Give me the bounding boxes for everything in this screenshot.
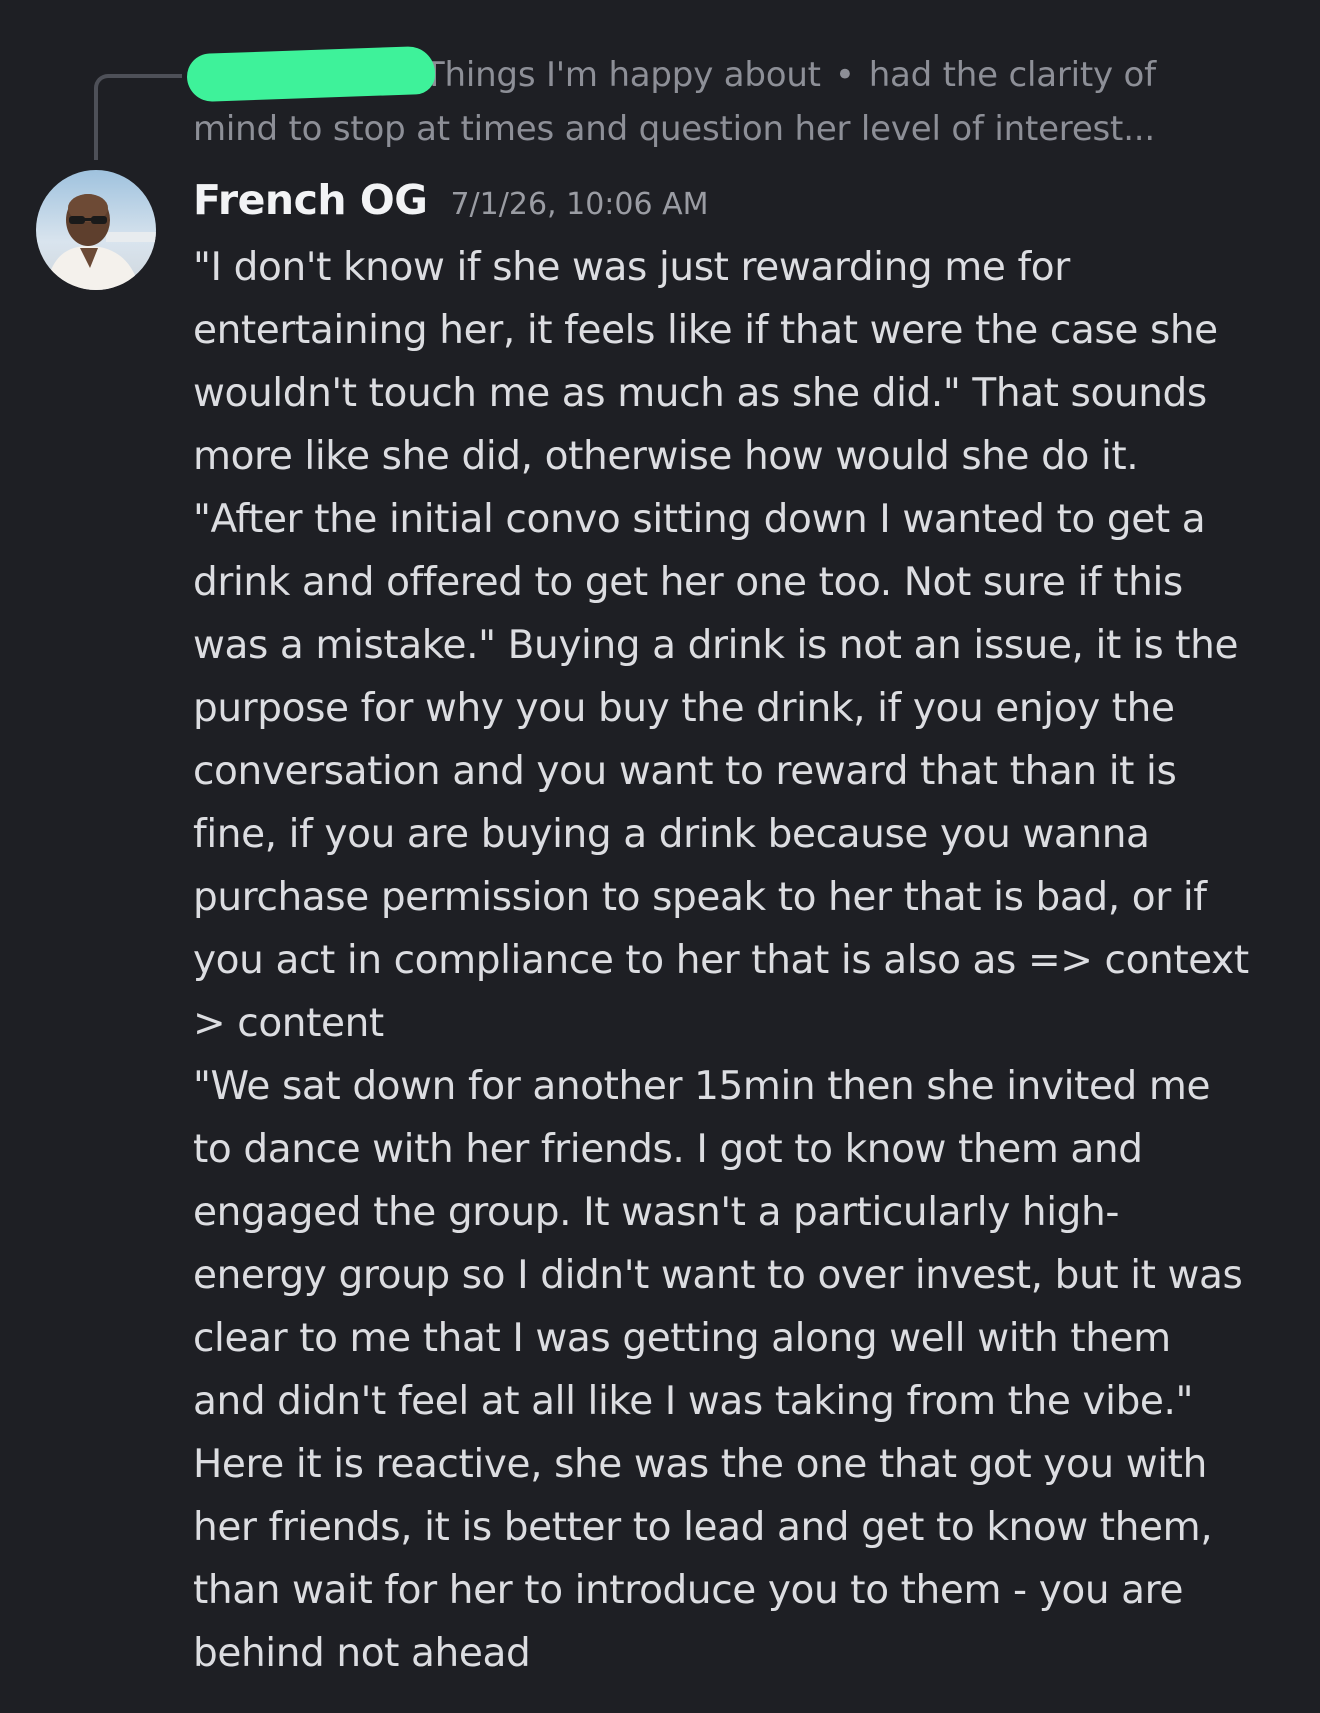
- message-line: clear to me that I was getting along wel…: [193, 1316, 1171, 1361]
- message-line: conversation and you want to reward that…: [193, 749, 1177, 794]
- redaction-scribble: [186, 45, 436, 103]
- message-line: energy group so I didn't want to over in…: [193, 1253, 1243, 1298]
- reply-preview-text-line-1: had the clarity of: [868, 55, 1156, 95]
- avatar-photo: [36, 170, 156, 290]
- message-line: > content: [193, 1001, 384, 1046]
- message-line: wouldn't touch me as much as she did." T…: [193, 371, 1207, 416]
- reply-channel-name: Things I'm happy about: [423, 55, 821, 95]
- message-header: French OG 7/1/26, 10:06 AM: [193, 176, 709, 224]
- reply-separator-dot: •: [834, 55, 855, 95]
- message-line: to dance with her friends. I got to know…: [193, 1127, 1143, 1172]
- message-line: behind not ahead: [193, 1631, 531, 1676]
- message-line: "We sat down for another 15min then she …: [193, 1064, 1211, 1109]
- message-content: "I don't know if she was just rewarding …: [193, 236, 1303, 1685]
- message-timestamp[interactable]: 7/1/26, 10:06 AM: [450, 187, 708, 222]
- message-line: engaged the group. It wasn't a particula…: [193, 1190, 1120, 1235]
- message-line: you act in compliance to her that is als…: [193, 938, 1249, 983]
- message-line: fine, if you are buying a drink because …: [193, 812, 1150, 857]
- message-line: purpose for why you buy the drink, if yo…: [193, 686, 1175, 731]
- message-line: than wait for her to introduce you to th…: [193, 1568, 1184, 1613]
- message-line: drink and offered to get her one too. No…: [193, 560, 1183, 605]
- author-name[interactable]: French OG: [193, 176, 428, 224]
- reply-preview[interactable]: XXXXXXXXXX Things I'm happy about • had th…: [186, 45, 1283, 156]
- message-line: "I don't know if she was just rewarding …: [193, 245, 1070, 290]
- message-line: her friends, it is better to lead and ge…: [193, 1505, 1213, 1550]
- message-line: purchase permission to speak to her that…: [193, 875, 1207, 920]
- message-line: and didn't feel at all like I was taking…: [193, 1379, 1194, 1424]
- message-line: "After the initial convo sitting down I …: [193, 497, 1206, 542]
- reply-author-redacted[interactable]: XXXXXXXXXX: [186, 45, 436, 103]
- reply-preview-text-line-2: mind to stop at times and question her l…: [193, 109, 1156, 149]
- message-line: was a mistake." Buying a drink is not an…: [193, 623, 1239, 668]
- avatar[interactable]: [36, 170, 156, 290]
- reply-connector-line: [94, 74, 182, 160]
- message-line: Here it is reactive, she was the one tha…: [193, 1442, 1207, 1487]
- message-line: more like she did, otherwise how would s…: [193, 434, 1139, 479]
- message-line: entertaining her, it feels like if that …: [193, 308, 1218, 353]
